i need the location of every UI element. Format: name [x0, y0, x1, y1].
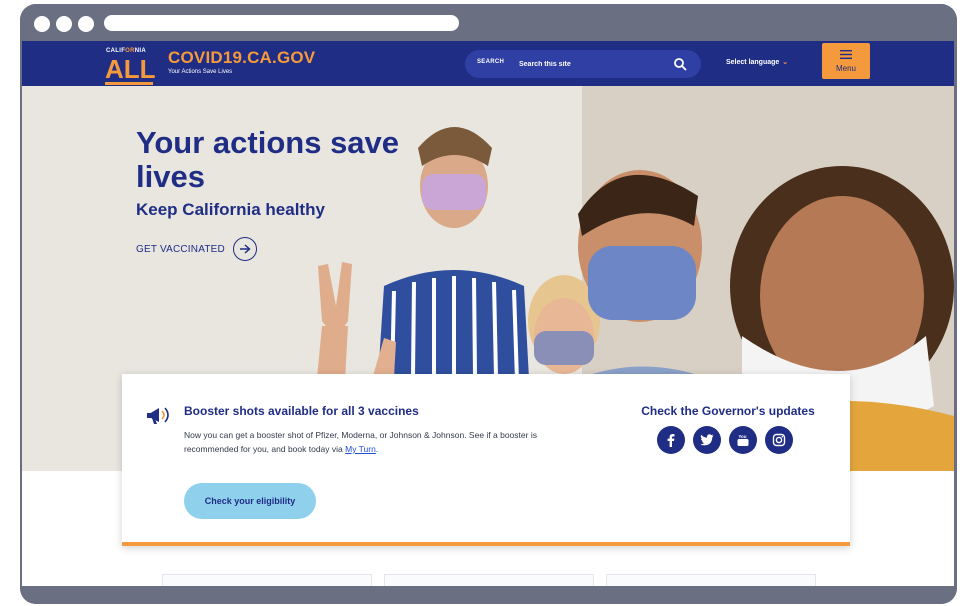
hamburger-icon	[840, 50, 852, 59]
hero-subtitle: Keep California healthy	[136, 200, 325, 219]
get-vaccinated-link[interactable]: GET VACCINATED	[136, 237, 257, 261]
window-control-dot[interactable]	[56, 16, 72, 32]
site-tagline: Your Actions Save Lives	[168, 69, 233, 75]
window-control-dot[interactable]	[34, 16, 50, 32]
browser-window: CALIFORNIA ALL COVID19.CA.GOV Your Actio…	[20, 4, 957, 604]
megaphone-icon	[147, 407, 169, 424]
hero-title: Your actions save lives	[136, 125, 400, 194]
browser-bottom-bezel	[20, 586, 957, 604]
search-icon[interactable]	[673, 57, 687, 71]
social-links: You	[657, 426, 793, 454]
window-control-dot[interactable]	[78, 16, 94, 32]
my-turn-link[interactable]: My Turn	[345, 444, 376, 454]
content-card-stub	[162, 574, 372, 586]
youtube-icon[interactable]: You	[729, 426, 757, 454]
page-viewport: CALIFORNIA ALL COVID19.CA.GOV Your Actio…	[22, 41, 954, 586]
browser-toolbar	[20, 4, 957, 41]
get-vaccinated-label: GET VACCINATED	[136, 243, 225, 255]
site-name[interactable]: COVID19.CA.GOV	[168, 48, 315, 68]
svg-text:You: You	[738, 434, 746, 439]
logo-wordmark: ALL	[105, 54, 156, 84]
chevron-down-icon: ⌄	[782, 59, 789, 66]
instagram-icon[interactable]	[765, 426, 793, 454]
booster-description: Now you can get a booster shot of Pfizer…	[184, 430, 537, 454]
search-input[interactable]	[519, 56, 659, 72]
check-eligibility-button[interactable]: Check your eligibility	[184, 483, 316, 519]
california-for-all-logo[interactable]: CALIFORNIA ALL	[102, 45, 158, 85]
twitter-icon[interactable]	[693, 426, 721, 454]
booster-title: Booster shots available for all 3 vaccin…	[184, 404, 419, 418]
search-bar: SEARCH	[465, 50, 701, 78]
booster-card: Booster shots available for all 3 vaccin…	[122, 374, 850, 546]
logo-underline	[105, 82, 153, 85]
search-label: SEARCH	[477, 59, 505, 65]
menu-button[interactable]: Menu	[822, 43, 870, 79]
menu-label: Menu	[835, 64, 856, 73]
arrow-right-icon	[232, 237, 257, 261]
content-card-stub	[384, 574, 594, 586]
facebook-icon[interactable]	[657, 426, 685, 454]
governor-updates-title: Check the Governor's updates	[641, 404, 815, 418]
site-header: CALIFORNIA ALL COVID19.CA.GOV Your Actio…	[22, 41, 954, 86]
language-selector[interactable]: Select language ⌄	[726, 58, 788, 66]
content-card-stub	[606, 574, 816, 586]
address-bar[interactable]	[104, 15, 459, 31]
